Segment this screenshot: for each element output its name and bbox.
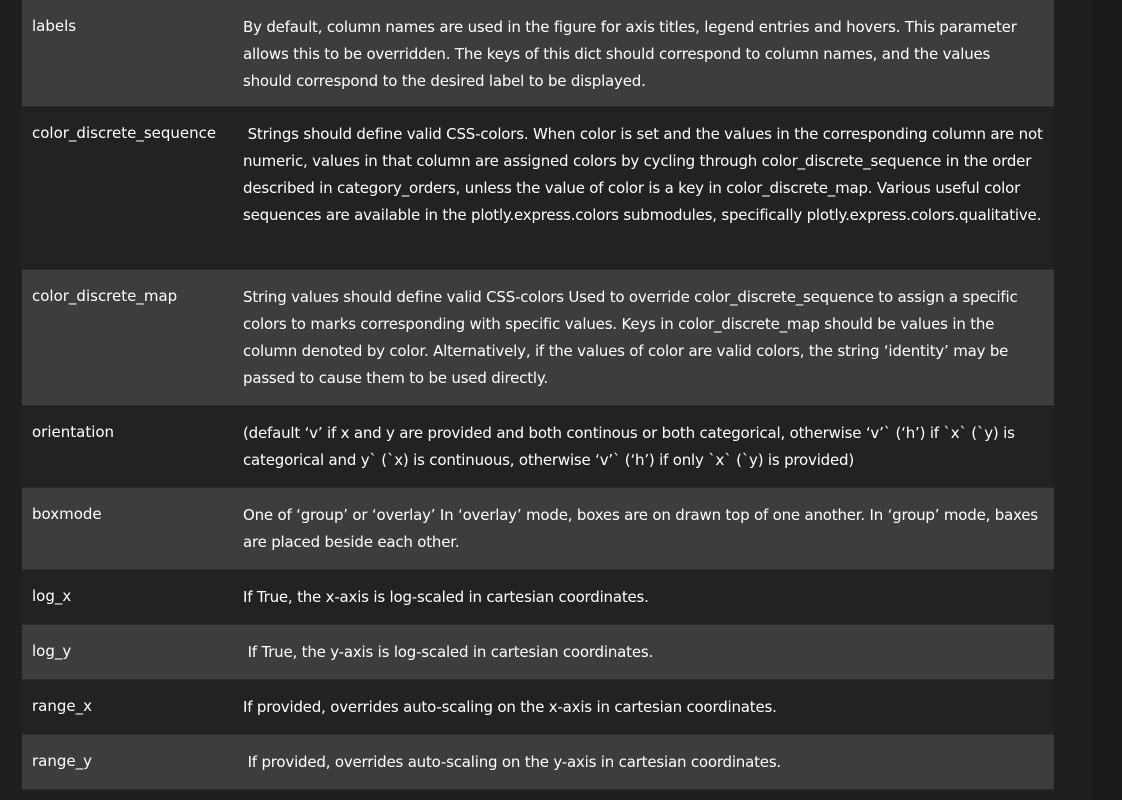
param-name: orientation <box>32 423 115 441</box>
param-name: log_y <box>32 642 72 660</box>
param-name: log_x <box>32 587 72 605</box>
table-row: log_x If True, the x-axis is log-scaled … <box>22 570 1054 625</box>
table-row: log_y If True, the y-axis is log-scaled … <box>22 625 1054 680</box>
param-name: range_x <box>32 697 92 715</box>
param-name: labels <box>32 17 77 35</box>
table-row: color_discrete_map String values should … <box>22 270 1054 406</box>
param-name: color_discrete_sequence <box>32 124 217 142</box>
table-row: labels By default, column names are used… <box>22 0 1054 107</box>
param-description: If True, the x-axis is log-scaled in car… <box>243 588 649 606</box>
param-description: (default ‘v’ if x and y are provided and… <box>243 424 1015 469</box>
param-description: If provided, overrides auto-scaling on t… <box>243 698 777 716</box>
table-row: range_y If provided, overrides auto-scal… <box>22 735 1054 790</box>
param-description: If True, the y-axis is log-scaled in car… <box>243 643 654 661</box>
table-row: range_x If provided, overrides auto-scal… <box>22 680 1054 735</box>
param-description: String values should define valid CSS-co… <box>243 288 1018 387</box>
param-description: By default, column names are used in the… <box>243 18 1017 90</box>
param-name: range_y <box>32 752 92 770</box>
page-right-margin <box>1092 0 1122 800</box>
param-description: If provided, overrides auto-scaling on t… <box>243 753 782 771</box>
table-row: boxmode One of ‘group’ or ‘overlay’ In ‘… <box>22 488 1054 570</box>
parameters-table: labels By default, column names are used… <box>22 0 1054 790</box>
table-row: orientation (default ‘v’ if x and y are … <box>22 406 1054 488</box>
param-name: color_discrete_map <box>32 287 178 305</box>
param-description: Strings should define valid CSS-colors. … <box>243 125 1048 224</box>
table-row: color_discrete_sequence Strings should d… <box>22 107 1054 270</box>
param-description: One of ‘group’ or ‘overlay’ In ‘overlay’… <box>243 506 1038 551</box>
param-name: boxmode <box>32 505 102 523</box>
